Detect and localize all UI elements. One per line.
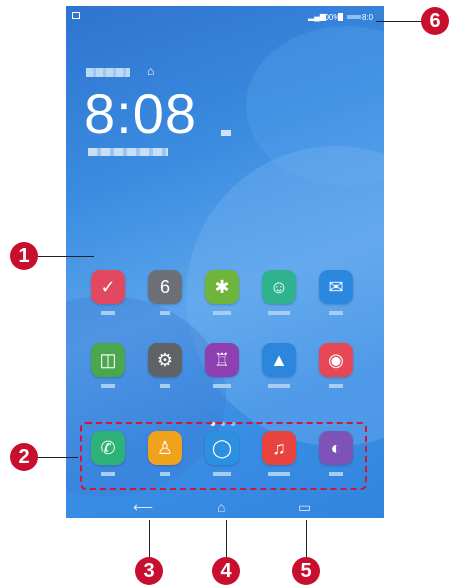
callout-1: 1 xyxy=(10,242,38,270)
recent-apps-icon[interactable]: ▭ xyxy=(298,500,311,514)
weather-location-obscured[interactable] xyxy=(86,68,130,77)
callout-line xyxy=(306,520,307,558)
app-label-obscured xyxy=(329,384,343,388)
clock-widget-ampm-obscured xyxy=(221,130,231,136)
app-label-obscured xyxy=(160,311,170,315)
app-label-obscured xyxy=(329,311,343,315)
image-notification-icon xyxy=(72,12,80,19)
clock-widget-time[interactable]: 8:08 xyxy=(84,84,197,144)
app-label-obscured xyxy=(101,311,115,315)
calendar-icon[interactable]: 6 xyxy=(148,270,182,304)
status-clock: 8:0 xyxy=(362,13,374,22)
themes-icon[interactable]: ♖ xyxy=(205,343,239,377)
clock-widget-date-obscured xyxy=(88,148,168,156)
callout-line xyxy=(149,520,150,558)
callout-3: 3 xyxy=(135,557,163,585)
settings-icon[interactable]: ⚙ xyxy=(148,343,182,377)
dock-highlight xyxy=(80,422,367,490)
email-icon[interactable]: ✉ xyxy=(319,270,353,304)
app-label-obscured xyxy=(101,384,115,388)
status-bar: ▂▄▆ 100% 8:0 xyxy=(66,6,384,28)
callout-2: 2 xyxy=(10,443,38,471)
app-label-obscured xyxy=(268,384,290,388)
app-label-obscured xyxy=(213,384,231,388)
callout-line xyxy=(38,457,78,458)
callout-4: 4 xyxy=(212,557,240,585)
gallery-icon[interactable]: ▲ xyxy=(262,343,296,377)
camera-icon[interactable]: ◉ xyxy=(319,343,353,377)
navigation-bar: ⟵ ⌂ ▭ xyxy=(66,498,384,518)
app-label-obscured xyxy=(268,311,290,315)
app-label-obscured xyxy=(213,311,231,315)
callout-line xyxy=(376,21,422,22)
callout-5: 5 xyxy=(292,557,320,585)
app-store-icon[interactable]: ◫ xyxy=(91,343,125,377)
home-icon: ⌂ xyxy=(147,64,155,78)
status-text-obscured xyxy=(347,15,361,19)
battery-icon xyxy=(338,13,343,21)
app-label-obscured xyxy=(160,384,170,388)
callout-line xyxy=(38,256,94,257)
callout-6: 6 xyxy=(421,7,449,35)
clock-icon[interactable]: ✓ xyxy=(91,270,125,304)
back-icon[interactable]: ⟵ xyxy=(133,500,153,514)
callout-line xyxy=(226,520,227,558)
support-icon[interactable]: ☺ xyxy=(262,270,296,304)
tools-icon[interactable]: ✱ xyxy=(205,270,239,304)
home-button-icon[interactable]: ⌂ xyxy=(217,500,225,514)
